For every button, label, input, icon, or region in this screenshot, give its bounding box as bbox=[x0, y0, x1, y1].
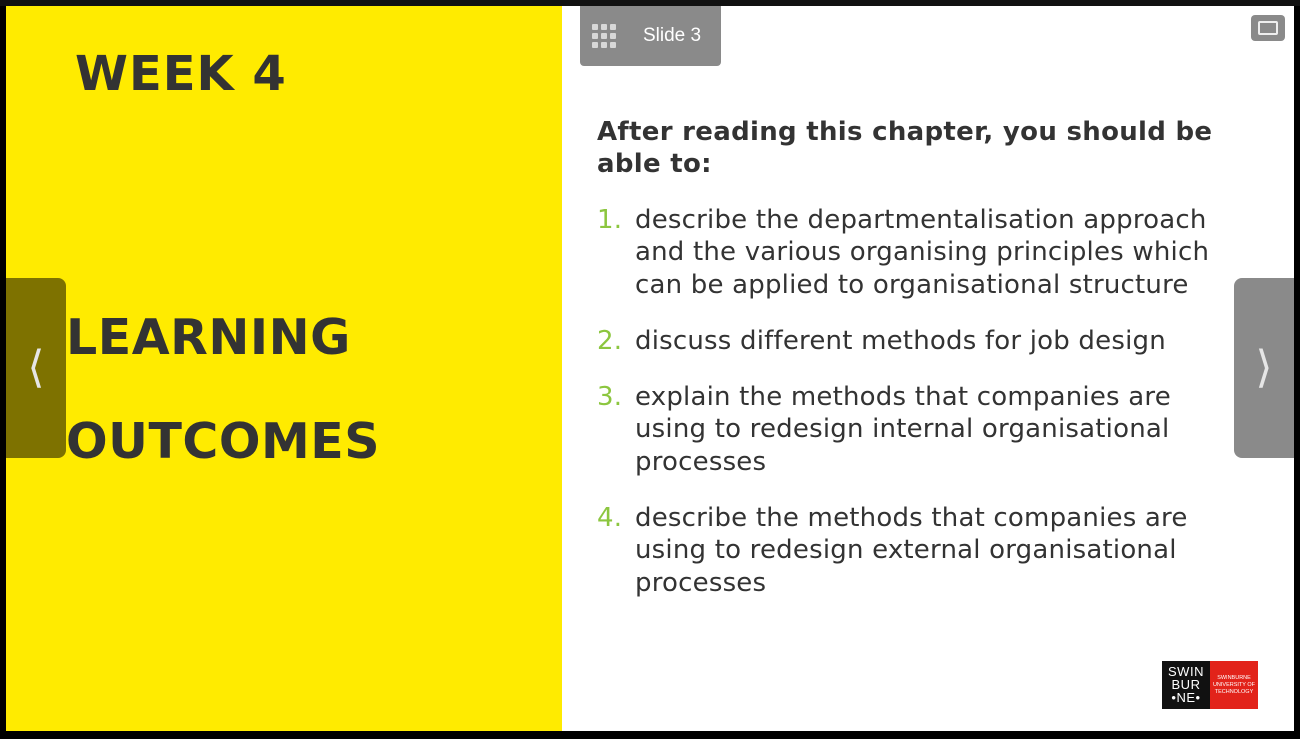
outcome-text: describe the methods that companies are … bbox=[635, 503, 1188, 598]
slide-canvas: WEEK 4 LEARNING OUTCOMES Slide 3 After r… bbox=[6, 6, 1294, 731]
window-toggle-button[interactable] bbox=[1251, 15, 1285, 41]
window-toggle-icon bbox=[1258, 21, 1278, 35]
previous-slide-button[interactable]: ⟨ bbox=[6, 278, 66, 458]
outcome-item: 3. explain the methods that companies ar… bbox=[597, 381, 1247, 478]
outcome-list: 1. describe the departmentalisation appr… bbox=[597, 204, 1247, 599]
intro-text: After reading this chapter, you should b… bbox=[597, 117, 1213, 179]
learning-outcomes-title: LEARNING OUTCOMES bbox=[66, 286, 380, 494]
chevron-left-icon: ⟨ bbox=[27, 342, 45, 393]
swinburne-logo: SWIN BUR •NE• SWINBURNE UNIVERSITY OF TE… bbox=[1162, 661, 1258, 709]
outcome-number: 4. bbox=[597, 503, 623, 534]
outcome-number: 3. bbox=[597, 382, 623, 413]
outcome-text: discuss different methods for job design bbox=[635, 325, 1166, 356]
outcome-number: 2. bbox=[597, 325, 623, 356]
week-title: WEEK 4 bbox=[75, 46, 287, 102]
logo-mark: SWIN BUR •NE• bbox=[1162, 661, 1210, 709]
outcome-item: 1. describe the departmentalisation appr… bbox=[597, 204, 1247, 301]
grid-icon bbox=[592, 24, 616, 48]
outcome-item: 4. describe the methods that companies a… bbox=[597, 502, 1247, 599]
chevron-right-icon: ⟩ bbox=[1255, 342, 1273, 393]
outcome-item: 2. discuss different methods for job des… bbox=[597, 325, 1247, 357]
outcome-text: describe the departmentalisation approac… bbox=[635, 205, 1210, 300]
title-line-1: LEARNING bbox=[66, 309, 351, 366]
title-line-2: OUTCOMES bbox=[66, 413, 381, 470]
next-slide-button[interactable]: ⟩ bbox=[1234, 278, 1294, 458]
slide-menu-button[interactable]: Slide 3 bbox=[580, 6, 721, 66]
left-panel: WEEK 4 LEARNING OUTCOMES bbox=[6, 6, 562, 731]
outcomes-content: After reading this chapter, you should b… bbox=[597, 116, 1247, 623]
logo-wordmark: SWINBURNE UNIVERSITY OF TECHNOLOGY bbox=[1210, 661, 1258, 709]
slide-number-label: Slide 3 bbox=[643, 25, 702, 46]
outcome-number: 1. bbox=[597, 205, 623, 235]
outcome-text: explain the methods that companies are u… bbox=[635, 382, 1171, 477]
